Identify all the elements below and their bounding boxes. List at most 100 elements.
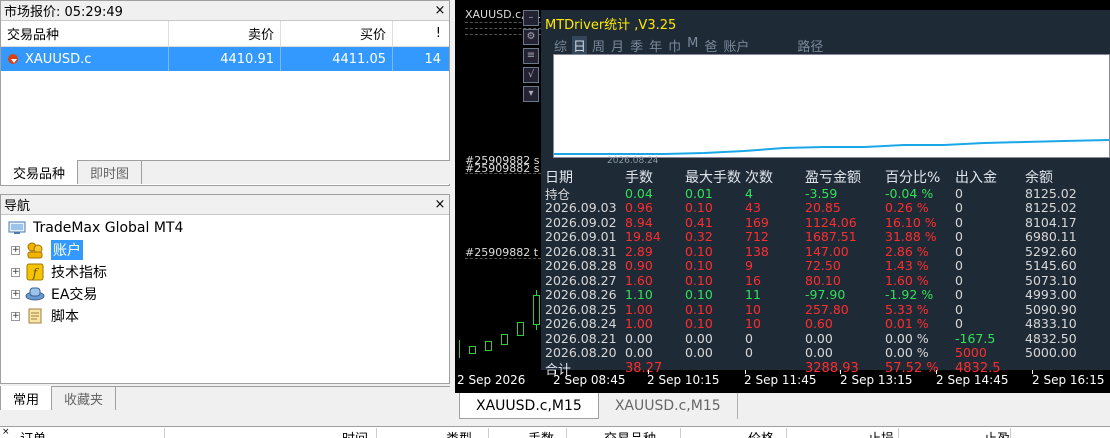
col-spread[interactable]: ! — [393, 21, 447, 46]
stats-cell-pct: 0.00 % — [885, 345, 929, 361]
tree-item-experts[interactable]: + EA交易 — [1, 283, 449, 305]
tab-symbols[interactable]: 交易品种 — [0, 160, 79, 184]
stats-cell-bal: 5292.60 — [1025, 243, 1077, 259]
stats-cell-bal: 8104.17 — [1025, 214, 1077, 230]
navigator-titlebar: 导航 × — [1, 195, 449, 215]
tab-summary[interactable]: 综 — [553, 36, 568, 55]
stats-cell-lots: 0.90 — [625, 258, 653, 274]
stats-cell-pct: 1.43 % — [885, 258, 929, 274]
col-max-lots: 最大手数 — [685, 170, 741, 186]
navigator-tabs: 常用 收藏夹 — [0, 386, 450, 410]
stats-cell-pnl: 20.85 — [805, 200, 841, 216]
tree-root[interactable]: TradeMax Global MT4 — [1, 217, 449, 239]
col-type[interactable]: 类型 — [446, 428, 472, 438]
stats-cell-io: 5000 — [955, 345, 987, 361]
stats-row: 2026.08.26 1.10 0.10 11 -97.90 -1.92 % 0 4993.0… — [545, 287, 1110, 303]
list-icon[interactable]: ≡ — [523, 48, 539, 64]
spread-cell: 14 — [424, 51, 441, 67]
pin-icon[interactable]: ▾ — [523, 86, 539, 102]
chart-tab-active[interactable]: XAUUSD.c,M15 — [459, 393, 599, 419]
col-sl[interactable]: 止损 — [868, 428, 894, 438]
stats-cell-io: 0 — [955, 316, 963, 332]
col-bid[interactable]: 卖价 — [169, 21, 281, 46]
col-lots[interactable]: 手数 — [528, 428, 554, 438]
stats-cell-count: 0 — [745, 345, 753, 361]
tab-month[interactable]: 月 — [610, 36, 625, 55]
stats-cell-pct: 2.86 % — [885, 243, 929, 259]
col-time[interactable]: 时间 — [342, 428, 368, 438]
symbol-row[interactable]: XAUUSD.c 4410.91 4411.05 14 — [1, 47, 449, 71]
settings-icon[interactable]: ⚙ — [523, 29, 539, 45]
candle — [533, 295, 540, 325]
tree-item-indicators[interactable]: + f 技术指标 — [1, 261, 449, 283]
chart-tab[interactable]: XAUUSD.c,M15 — [599, 393, 738, 419]
close-icon[interactable]: × — [431, 197, 449, 212]
stats-cell-max: 0.10 — [685, 272, 713, 288]
expand-icon[interactable]: + — [11, 267, 20, 277]
stats-cell-pct: 5.33 % — [885, 301, 929, 317]
tab-path[interactable]: 路径 — [796, 36, 824, 55]
column-separator — [376, 428, 377, 438]
stats-cell-count: 138 — [745, 243, 769, 259]
tree-label-indicators: 技术指标 — [51, 265, 107, 281]
stats-cell-io: 0 — [955, 229, 963, 245]
candle — [469, 346, 476, 354]
stats-row: 2026.08.27 1.60 0.10 16 80.10 1.60 % 0 5073.10 — [545, 273, 1110, 288]
stats-cell-io: 0 — [955, 243, 963, 259]
stats-row: 2026.08.20 0.00 0.00 0 0.00 0.00 % 5000 5000.00 — [545, 345, 1110, 361]
ask-cell: 4411.05 — [281, 47, 393, 71]
order-line — [465, 258, 541, 259]
tab-ea[interactable]: 爸 — [703, 36, 718, 55]
terminal-close-icon[interactable]: × — [2, 427, 10, 437]
price-chart[interactable]: XAUUSD.c,M15 #25909882 s #25909882 s #25… — [455, 0, 1110, 393]
tab-common[interactable]: 常用 — [0, 386, 53, 410]
tab-favorites[interactable]: 收藏夹 — [52, 387, 117, 410]
market-watch-titlebar: 市场报价: 05:29:49 × — [1, 1, 449, 21]
mt4-terminal: 市场报价: 05:29:49 × 交易品种 卖价 买价 ! XAUUSD.c 4… — [0, 0, 1110, 438]
stats-cell-io: -167.5 — [955, 330, 996, 346]
expert-hat-icon — [25, 285, 45, 303]
tree-item-accounts[interactable]: + 账户 — [1, 239, 449, 261]
stats-cell-lots: 1.00 — [625, 316, 653, 332]
col-tp[interactable]: 止盈 — [984, 428, 1010, 438]
symbol-cell: XAUUSD.c — [1, 47, 169, 71]
check-icon[interactable]: √ — [523, 67, 539, 83]
stats-cell-count: 10 — [745, 301, 761, 317]
col-ask[interactable]: 买价 — [281, 21, 393, 46]
tab-quarter[interactable]: 季 — [629, 36, 644, 55]
col-balance: 余额 — [1025, 170, 1053, 186]
expand-icon[interactable]: + — [11, 311, 20, 321]
col-price[interactable]: 价格 — [748, 428, 774, 438]
tab-symbol[interactable]: 巾 — [667, 36, 682, 55]
stats-cell-bal: 6980.11 — [1025, 229, 1077, 245]
left-column: 市场报价: 05:29:49 × 交易品种 卖价 买价 ! XAUUSD.c 4… — [0, 0, 452, 420]
stats-row: 2026.09.03 0.96 0.10 43 20.85 0.26 % 0 8125.02 — [545, 200, 1110, 216]
tab-account[interactable]: 账户 — [722, 36, 750, 55]
col-lots: 手数 — [625, 170, 653, 186]
col-symbol[interactable]: 交易品种 — [604, 428, 656, 438]
tree-item-scripts[interactable]: + 脚本 — [1, 305, 449, 327]
navigator-panel: 导航 × TradeMax Global MT4 + 账户 + f 技术指标 +… — [0, 194, 450, 384]
col-symbol[interactable]: 交易品种 — [1, 21, 169, 46]
expand-icon[interactable]: + — [11, 245, 20, 255]
tab-magic[interactable]: M — [686, 36, 699, 55]
minimize-icon[interactable]: – — [523, 10, 539, 26]
stats-body: 持仓 0.04 0.01 4 -3.59 -0.04 % 0 8125.02 2026.09.0… — [545, 186, 1110, 361]
tab-year[interactable]: 年 — [648, 36, 663, 55]
time-label: 2 Sep 14:45 — [936, 373, 1009, 387]
col-order[interactable]: 订单 — [20, 428, 46, 438]
stats-cell-count: 16 — [745, 272, 761, 288]
tab-day[interactable]: 日 — [572, 36, 588, 55]
stats-cell-lots: 1.10 — [625, 287, 653, 303]
stats-cell-pct: 1.60 % — [885, 272, 929, 288]
expand-icon[interactable]: + — [11, 289, 20, 299]
close-icon[interactable]: × — [431, 3, 449, 18]
stats-cell-pnl: 0.60 — [805, 316, 833, 332]
tab-gap — [754, 36, 792, 55]
tab-tick-chart[interactable]: 即时图 — [78, 161, 143, 184]
tab-week[interactable]: 周 — [591, 36, 606, 55]
col-pnl: 盈亏金额 — [805, 170, 861, 186]
candle — [501, 334, 508, 345]
stats-cell-lots: 8.94 — [625, 214, 653, 230]
stats-cell-bal: 4832.50 — [1025, 330, 1077, 346]
